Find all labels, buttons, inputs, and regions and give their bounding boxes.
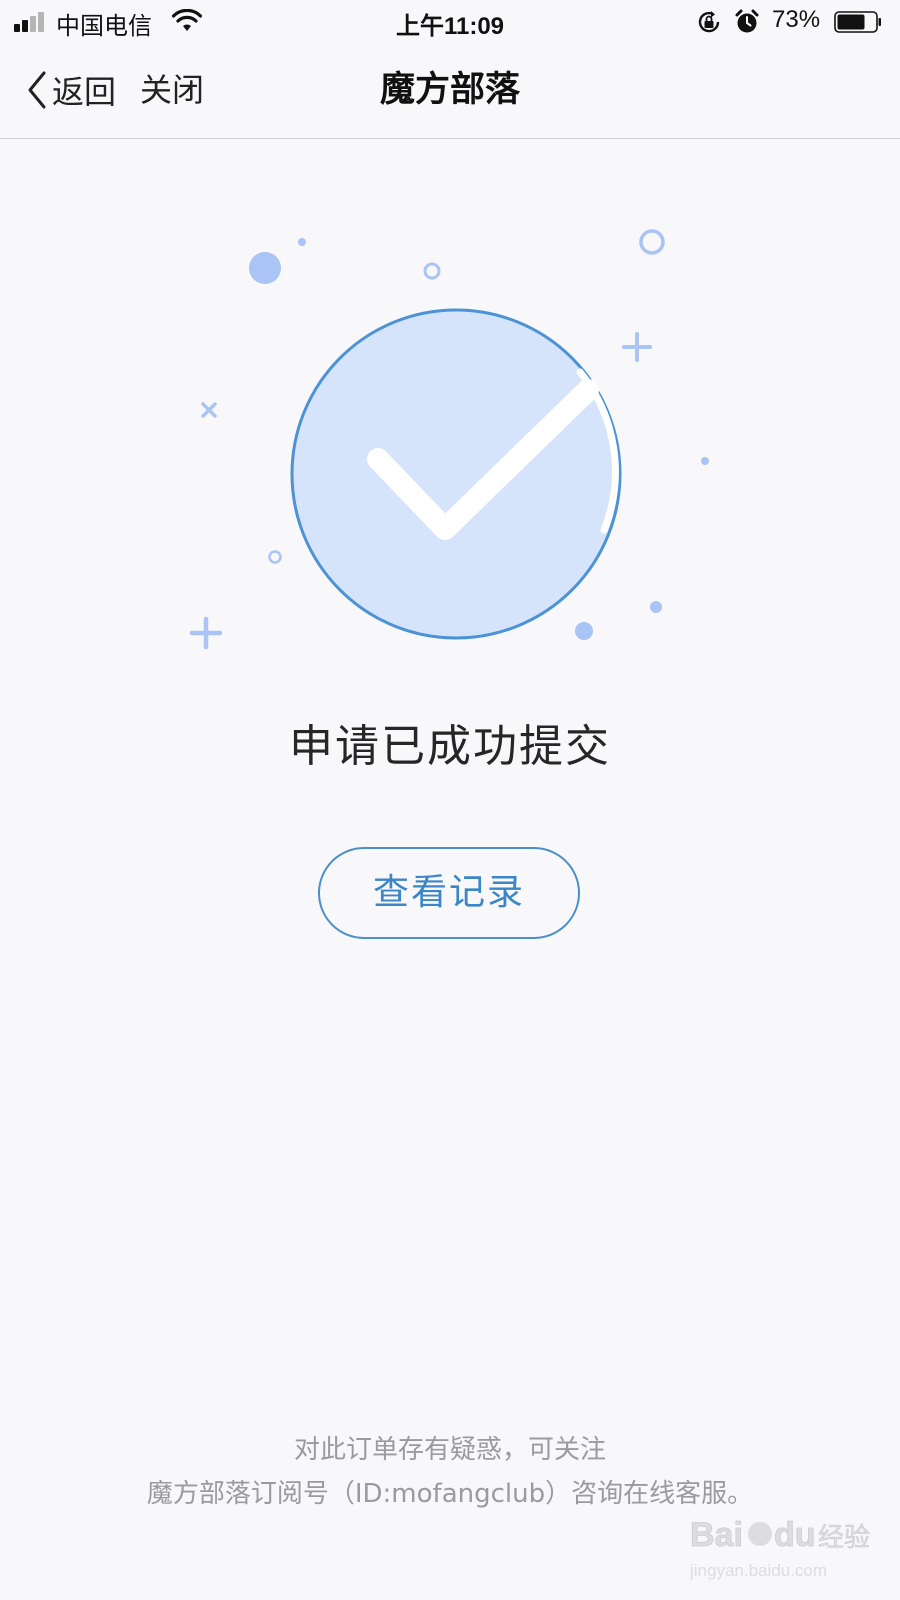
baidu-watermark-logo: Bai du 经验 jingyan.baidu.com <box>690 1516 870 1580</box>
svg-text:经验: 经验 <box>818 1523 870 1553</box>
success-illustration <box>189 229 709 650</box>
success-message: 申请已成功提交 <box>289 721 611 772</box>
svg-text:Bai: Bai <box>690 1516 743 1554</box>
svg-text:jingyan.baidu.com: jingyan.baidu.com <box>690 1561 827 1580</box>
footer-line-1: 对此订单存有疑惑，可关注 <box>293 1435 606 1465</box>
view-records-button[interactable]: 查看记录 <box>318 847 580 939</box>
check-circle-icon <box>290 308 622 640</box>
svg-text:du: du <box>774 1516 816 1554</box>
footer-note: 对此订单存有疑惑，可关注 魔方部落订阅号（ID:mofangclub）咨询在线客… <box>0 1428 900 1516</box>
